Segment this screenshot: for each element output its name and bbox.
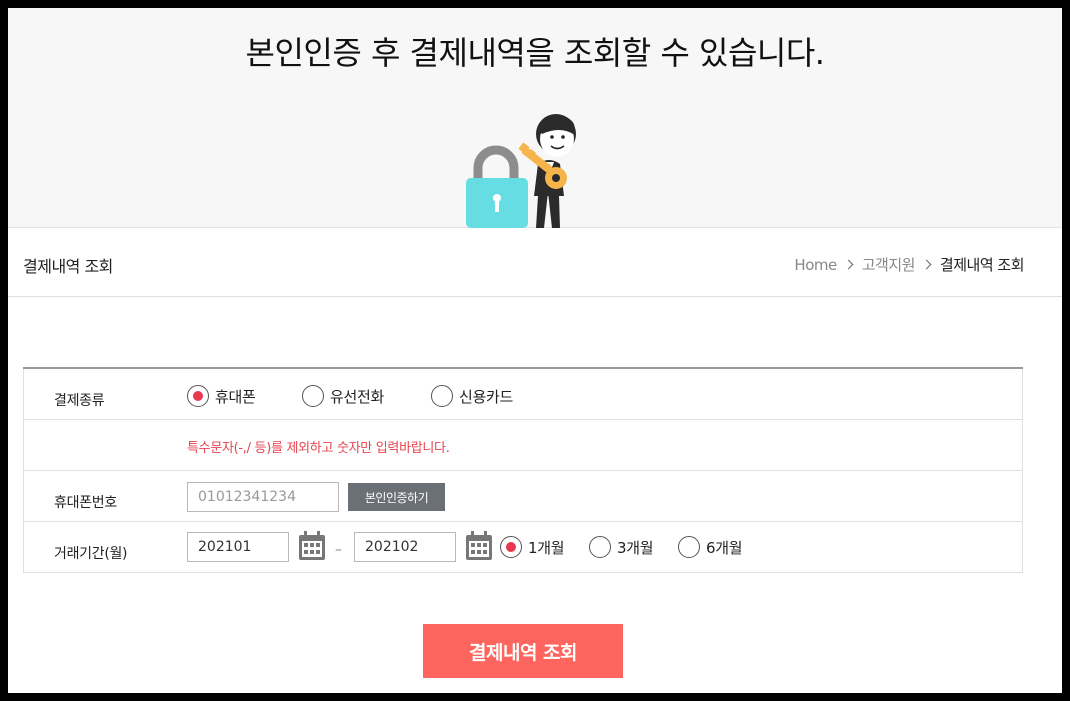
phone-number-input[interactable] [187, 482, 339, 512]
period-end-input[interactable] [354, 532, 456, 562]
search-payment-history-button[interactable]: 결제내역 조회 [423, 624, 623, 678]
payment-type-landline-radio[interactable]: 유선전화 [302, 385, 384, 407]
radio-label: 1개월 [528, 538, 565, 557]
radio-unchecked-icon [431, 385, 453, 407]
hero-banner: 본인인증 후 결제내역을 조회할 수 있습니다. [8, 8, 1062, 228]
phone-label: 휴대폰번호 [54, 495, 117, 511]
verify-identity-button[interactable]: 본인인증하기 [348, 483, 445, 511]
payment-type-mobile-radio[interactable]: 휴대폰 [187, 385, 256, 407]
radio-unchecked-icon [589, 536, 611, 558]
calendar-icon[interactable] [465, 531, 493, 561]
radio-unchecked-icon [678, 536, 700, 558]
period-3month-radio[interactable]: 3개월 [589, 536, 654, 558]
chevron-right-icon [843, 259, 854, 270]
breadcrumb-current: 결제내역 조회 [939, 256, 1025, 274]
radio-checked-icon [500, 536, 522, 558]
period-1month-radio[interactable]: 1개월 [500, 536, 565, 558]
radio-label: 유선전화 [330, 387, 385, 406]
payment-history-form: 결제종류 휴대폰 유선전화 신용카드 특수문자(-,/ 등)를 제외하고 숫자만… [23, 367, 1023, 573]
phone-row: 휴대폰번호 본인인증하기 [23, 471, 1023, 522]
page-title: 결제내역 조회 [23, 257, 113, 276]
breadcrumb: Home 고객지원 결제내역 조회 [794, 254, 1024, 275]
hero-title: 본인인증 후 결제내역을 조회할 수 있습니다. [245, 34, 825, 72]
page-frame: 본인인증 후 결제내역을 조회할 수 있습니다. 결제내역 조회 Home 고객… [8, 8, 1062, 693]
period-start-input[interactable] [187, 532, 289, 562]
period-label: 거래기간(월) [54, 546, 128, 562]
period-row: 거래기간(월) – [23, 522, 1023, 573]
radio-checked-icon [187, 385, 209, 407]
radio-label: 6개월 [706, 538, 743, 557]
notice-row: 특수문자(-,/ 등)를 제외하고 숫자만 입력바랍니다. [23, 420, 1023, 471]
breadcrumb-home[interactable]: Home [794, 256, 837, 274]
chevron-right-icon [921, 259, 932, 270]
lock-and-key-illustration [466, 114, 576, 228]
payment-type-label: 결제종류 [54, 393, 105, 409]
radio-label: 3개월 [617, 538, 654, 557]
period-separator: – [335, 542, 342, 558]
period-6month-radio[interactable]: 6개월 [678, 536, 743, 558]
radio-label: 신용카드 [459, 387, 514, 406]
radio-label: 휴대폰 [215, 387, 256, 406]
calendar-icon[interactable] [298, 531, 326, 561]
input-notice: 특수문자(-,/ 등)를 제외하고 숫자만 입력바랍니다. [187, 441, 450, 456]
lock-icon [466, 145, 528, 228]
radio-unchecked-icon [302, 385, 324, 407]
breadcrumb-support[interactable]: 고객지원 [862, 254, 916, 275]
payment-type-row: 결제종류 휴대폰 유선전화 신용카드 [23, 369, 1023, 420]
page-header: 결제내역 조회 Home 고객지원 결제내역 조회 [8, 229, 1062, 297]
payment-type-creditcard-radio[interactable]: 신용카드 [431, 385, 513, 407]
